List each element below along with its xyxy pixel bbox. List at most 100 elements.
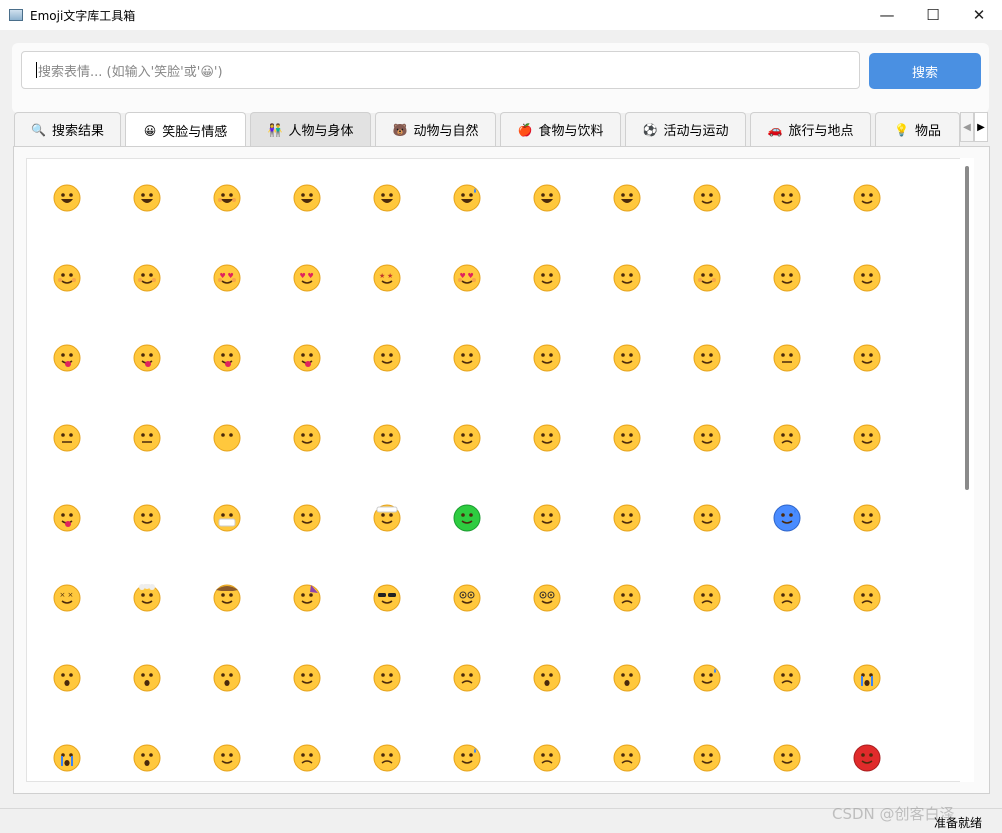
emoji-cell-grinning-face[interactable] (41, 170, 121, 250)
emoji-cell-drooling[interactable] (41, 490, 121, 570)
emoji-cell-flushed[interactable] (281, 650, 361, 730)
emoji-cell-tongue[interactable] (41, 330, 121, 410)
emoji-cell-winking[interactable] (841, 170, 921, 250)
emoji-cell-upside-down[interactable] (761, 170, 841, 250)
emoji-cell-sneezing[interactable] (601, 490, 681, 570)
emoji-cell-crying[interactable] (841, 650, 921, 730)
emoji-cell-anxious-sweat[interactable] (681, 650, 761, 730)
emoji-cell-smirking[interactable] (281, 410, 361, 490)
tab-search-results[interactable]: 🔍 搜索结果 (14, 112, 121, 146)
tab-scroll-left-button[interactable]: ◀ (960, 112, 974, 142)
emoji-cell-no-mouth[interactable] (201, 410, 281, 490)
maximize-button[interactable]: ☐ (910, 0, 956, 30)
emoji-cell-sleeping[interactable] (121, 490, 201, 570)
emoji-cell-hand-over-mouth[interactable] (521, 330, 601, 410)
emoji-cell-holding-back-tears[interactable] (761, 250, 841, 330)
emoji-cell-pensive[interactable] (761, 410, 841, 490)
emoji-cell-head-bandage[interactable] (361, 490, 441, 570)
emoji-cell-thinking[interactable] (681, 330, 761, 410)
emoji-cell-angry-red[interactable] (841, 730, 921, 781)
emoji-cell-hugging[interactable] (441, 330, 521, 410)
emoji-cell-grinning-sweat[interactable] (441, 170, 521, 250)
emoji-cell-screaming[interactable] (121, 730, 201, 781)
emoji-cell-frowning-open-mouth[interactable] (441, 650, 521, 730)
emoji-cell-disappointed[interactable] (361, 730, 441, 781)
emoji-cell-hushed[interactable] (121, 650, 201, 730)
emoji-cell-frowning[interactable] (841, 570, 921, 650)
emoji-cell-worried[interactable] (681, 570, 761, 650)
emoji-cell-steam-nose[interactable] (761, 730, 841, 781)
emoji-cell-confused[interactable] (601, 570, 681, 650)
emoji-cell-weary[interactable] (521, 730, 601, 781)
emoji-cell-slightly-smiling[interactable] (681, 170, 761, 250)
emoji-cell-thermometer[interactable] (281, 490, 361, 570)
emoji-cell-sunglasses[interactable] (361, 570, 441, 650)
emoji-cell-tired[interactable] (601, 730, 681, 781)
emoji-cell-woozy[interactable] (841, 490, 921, 570)
emoji-cell-nerd[interactable] (441, 570, 521, 650)
emoji-cell-zany[interactable] (201, 330, 281, 410)
emoji-cell-exploding-head[interactable] (121, 570, 201, 650)
emoji-cell-kissing-smiling-eyes[interactable] (681, 250, 761, 330)
emoji-cell-squinting-tongue[interactable] (281, 330, 361, 410)
emoji-cell-grimacing[interactable] (521, 410, 601, 490)
emoji-cell-unamused[interactable] (361, 410, 441, 490)
emoji-cell-anguished[interactable] (521, 650, 601, 730)
emoji-cell-vomiting[interactable] (521, 490, 601, 570)
emoji-cell-hot-face[interactable] (681, 490, 761, 570)
scrollbar-thumb[interactable] (965, 166, 969, 490)
emoji-cell-tears-of-joy[interactable] (601, 170, 681, 250)
emoji-cell-kissing-closed-eyes[interactable] (601, 250, 681, 330)
emoji-cell-rolling-laughing[interactable] (521, 170, 601, 250)
search-button[interactable]: 搜索 (869, 53, 981, 89)
emoji-cell-open-mouth[interactable] (41, 650, 121, 730)
close-button[interactable]: ✕ (956, 0, 1002, 30)
tab-animals-nature[interactable]: 🐻 动物与自然 (375, 112, 496, 146)
emoji-cell-neutral[interactable] (41, 410, 121, 490)
emoji-cell-star-struck[interactable]: ★ ★ (361, 250, 441, 330)
tab-scroll-right-button[interactable]: ▶ (974, 112, 988, 142)
emoji-cell-crossed-out-eyes[interactable]: × × (41, 570, 121, 650)
emoji-cell-grinning-squinting[interactable] (361, 170, 441, 250)
emoji-cell-pleading[interactable] (361, 650, 441, 730)
emoji-cell-cowboy[interactable] (201, 570, 281, 650)
emoji-cell-raised-eyebrow[interactable] (841, 330, 921, 410)
tab-people-body[interactable]: 👫 人物与身体 (250, 112, 371, 146)
tab-activities[interactable]: ⚽ 活动与运动 (625, 112, 746, 146)
tab-objects[interactable]: 💡 物品 (875, 112, 960, 146)
emoji-cell-confounded[interactable] (201, 730, 281, 781)
emoji-cell-nauseated[interactable] (441, 490, 521, 570)
emoji-cell-money-mouth[interactable] (361, 330, 441, 410)
emoji-cell-sad-relieved[interactable] (761, 650, 841, 730)
emoji-cell-loudly-crying[interactable] (41, 730, 121, 781)
emoji-cell-astonished[interactable] (201, 650, 281, 730)
emoji-cell-fearful[interactable] (601, 650, 681, 730)
emoji-cell-downcast-sweat[interactable] (441, 730, 521, 781)
emoji-cell-grinning-big-eyes[interactable] (121, 170, 201, 250)
emoji-cell-relieved[interactable] (681, 410, 761, 490)
emoji-cell-cold-face[interactable] (761, 490, 841, 570)
emoji-cell-kissing-heart[interactable]: ♥ ♥ (441, 250, 521, 330)
tab-smileys-emotion[interactable]: 😀 笑脸与情感 (125, 112, 246, 148)
emoji-cell-persevering[interactable] (281, 730, 361, 781)
search-input[interactable]: 搜索表情... (如输入'笑脸'或'😀') (21, 51, 860, 89)
emoji-cell-peeking[interactable] (601, 330, 681, 410)
minimize-button[interactable]: — (864, 0, 910, 30)
emoji-cell-partying[interactable] (281, 570, 361, 650)
emoji-cell-expressionless[interactable] (121, 410, 201, 490)
emoji-cell-slightly-frowning[interactable] (761, 570, 841, 650)
emoji-cell-halo[interactable] (121, 250, 201, 330)
emoji-cell-hearts[interactable]: ♥ ♥ (201, 250, 281, 330)
tab-food-drink[interactable]: 🍎 食物与饮料 (500, 112, 621, 146)
emoji-cell-beaming-face[interactable] (281, 170, 361, 250)
emoji-cell-rolling-eyes[interactable] (441, 410, 521, 490)
emoji-cell-medical-mask[interactable] (201, 490, 281, 570)
emoji-cell-winking-tongue[interactable] (121, 330, 201, 410)
emoji-cell-heart-eyes[interactable]: ♥ ♥ (281, 250, 361, 330)
emoji-cell-kissing[interactable] (521, 250, 601, 330)
emoji-cell-smiling-eyes[interactable] (41, 250, 121, 330)
emoji-cell-zipper-mouth[interactable] (761, 330, 841, 410)
emoji-cell-savoring-food[interactable] (841, 250, 921, 330)
emoji-cell-sleepy[interactable] (841, 410, 921, 490)
emoji-cell-monocle[interactable] (521, 570, 601, 650)
